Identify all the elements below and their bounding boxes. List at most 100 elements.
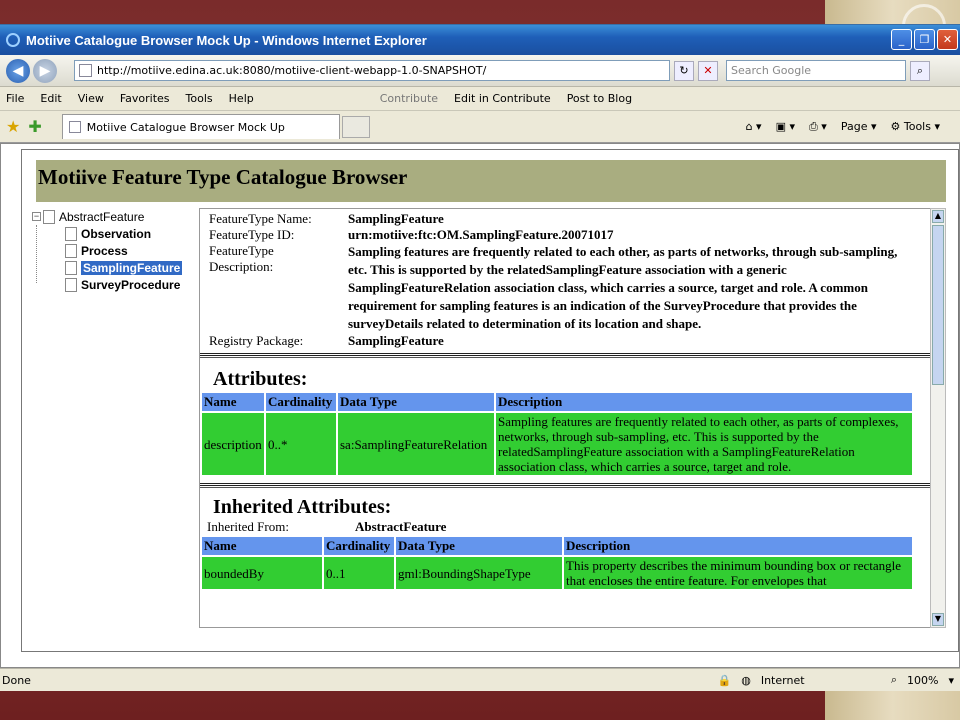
column-header: Description: [564, 537, 912, 555]
document-icon: [65, 260, 77, 275]
globe-icon: ◍: [741, 673, 751, 687]
tree-item-process[interactable]: Process: [32, 242, 194, 259]
menu-tools[interactable]: Tools: [186, 92, 213, 105]
zoom-icon[interactable]: ⌕: [891, 673, 897, 687]
divider: [200, 353, 930, 358]
menu-bar: File Edit View Favorites Tools Help Cont…: [0, 87, 960, 111]
column-header: Name: [202, 393, 264, 411]
maximize-button[interactable]: ❐: [914, 29, 935, 50]
app-frame: Motiive Feature Type Catalogue Browser −…: [21, 149, 959, 652]
table-cell: 0..1: [324, 557, 394, 589]
tree-node-label: SamplingFeature: [81, 260, 183, 275]
description-value: Sampling features are frequently related…: [348, 244, 898, 331]
zoom-level[interactable]: 100%: [907, 674, 938, 687]
tree-node-label: Observation: [81, 226, 152, 241]
description-label-line2: Description:: [209, 259, 274, 274]
window-title: Motiive Catalogue Browser Mock Up - Wind…: [26, 32, 427, 48]
menu-help[interactable]: Help: [229, 92, 254, 105]
print-icon[interactable]: ⎙ ▾: [809, 120, 827, 134]
column-header: Description: [496, 393, 912, 411]
description-label-line1: FeatureType: [209, 243, 274, 258]
name-label: FeatureType Name:: [209, 211, 312, 226]
add-favorite-icon[interactable]: ✚: [28, 117, 41, 136]
document-icon: [65, 226, 77, 241]
back-button[interactable]: ◀: [6, 58, 30, 83]
contribute-label: Contribute: [379, 92, 439, 105]
attributes-heading: Attributes:: [213, 368, 308, 390]
tools-menu[interactable]: ⚙ Tools ▾: [891, 120, 941, 134]
minimize-button[interactable]: _: [891, 29, 912, 50]
feeds-icon[interactable]: ▣ ▾: [776, 120, 795, 134]
page-viewport: Motiive Feature Type Catalogue Browser −…: [0, 143, 960, 668]
column-header: Cardinality: [266, 393, 336, 411]
close-button[interactable]: ✕: [937, 29, 958, 50]
menu-view[interactable]: View: [78, 92, 104, 105]
package-label: Registry Package:: [209, 333, 304, 348]
refresh-button[interactable]: ↻: [674, 60, 694, 81]
table-cell: 0..*: [266, 413, 336, 475]
tab-label: Motiive Catalogue Browser Mock Up: [86, 120, 285, 134]
inherited-table: Name Cardinality Data Type Description b…: [200, 535, 914, 591]
id-label: FeatureType ID:: [209, 227, 295, 242]
page-icon: [68, 121, 81, 133]
url-field[interactable]: http://motiive.edina.ac.uk:8080/motiive-…: [74, 60, 670, 81]
package-value: SamplingFeature: [348, 333, 444, 348]
edit-in-contribute-button[interactable]: Edit in Contribute: [454, 92, 551, 105]
id-value: urn:motiive:ftc:OM.SamplingFeature.20071…: [348, 227, 614, 242]
search-input[interactable]: Search Google: [726, 60, 906, 81]
tree-node-label: SurveyProcedure: [81, 277, 181, 292]
column-header: Cardinality: [324, 537, 394, 555]
column-header: Data Type: [338, 393, 494, 411]
tree-item-surveyprocedure[interactable]: SurveyProcedure: [32, 276, 194, 293]
feature-tree: − AbstractFeature Observation Process Sam…: [32, 208, 194, 628]
chevron-down-icon: ▾: [948, 673, 954, 687]
forward-button[interactable]: ▶: [33, 58, 57, 83]
tree-root[interactable]: − AbstractFeature: [32, 208, 194, 225]
zone-label: Internet: [760, 673, 805, 687]
scroll-up-icon[interactable]: ▲: [932, 210, 944, 223]
document-icon: [65, 277, 77, 292]
tree-node-label: Process: [81, 243, 128, 258]
tree-item-samplingfeature[interactable]: SamplingFeature: [32, 259, 194, 276]
scroll-thumb[interactable]: [932, 225, 944, 385]
search-icon[interactable]: ⌕: [910, 60, 930, 81]
table-cell: gml:BoundingShapeType: [396, 557, 562, 589]
document-icon: [65, 243, 77, 258]
page-menu[interactable]: Page ▾: [841, 120, 877, 134]
favorites-star-icon[interactable]: ★: [6, 117, 20, 136]
table-row: description 0..* sa:SamplingFeatureRelat…: [202, 413, 912, 475]
menu-favorites[interactable]: Favorites: [120, 92, 170, 105]
page-icon: [79, 64, 92, 77]
document-icon: [43, 209, 55, 224]
url-text: http://motiive.edina.ac.uk:8080/motiive-…: [97, 64, 487, 77]
inherited-heading: Inherited Attributes:: [213, 496, 392, 518]
column-header: Name: [202, 537, 322, 555]
collapse-icon[interactable]: −: [32, 212, 41, 221]
feature-detail-panel: FeatureType Name: SamplingFeature Feature…: [199, 208, 931, 628]
inherited-from-label: Inherited From:: [207, 519, 289, 534]
table-cell: sa:SamplingFeatureRelation: [338, 413, 494, 475]
favorites-bar: ★ ✚ Motiive Catalogue Browser Mock Up ⌂ …: [0, 111, 960, 143]
post-to-blog-button[interactable]: Post to Blog: [567, 92, 632, 105]
attributes-table: Name Cardinality Data Type Description d…: [200, 391, 914, 477]
menu-edit[interactable]: Edit: [40, 92, 61, 105]
table-cell: description: [202, 413, 264, 475]
stop-button[interactable]: ✕: [698, 60, 718, 81]
security-icon: 🔒: [717, 673, 732, 687]
table-cell: boundedBy: [202, 557, 322, 589]
scroll-down-icon[interactable]: ▼: [932, 613, 944, 626]
inherited-from-value: AbstractFeature: [355, 519, 447, 534]
home-icon[interactable]: ⌂ ▾: [746, 120, 762, 134]
vertical-scrollbar[interactable]: ▲ ▼: [930, 208, 946, 628]
tree-node-label: AbstractFeature: [59, 209, 145, 224]
status-bar: Done 🔒 ◍ Internet ⌕ 100% ▾: [0, 668, 960, 691]
tab-catalogue[interactable]: Motiive Catalogue Browser Mock Up: [61, 114, 340, 139]
name-value: SamplingFeature: [348, 211, 444, 226]
table-cell: This property describes the minimum boun…: [564, 557, 912, 589]
tree-item-observation[interactable]: Observation: [32, 225, 194, 242]
ie-logo-icon: [6, 33, 20, 47]
menu-file[interactable]: File: [6, 92, 24, 105]
column-header: Data Type: [396, 537, 562, 555]
new-tab-button[interactable]: [341, 115, 370, 138]
tools-menu-label: Tools: [903, 119, 931, 133]
